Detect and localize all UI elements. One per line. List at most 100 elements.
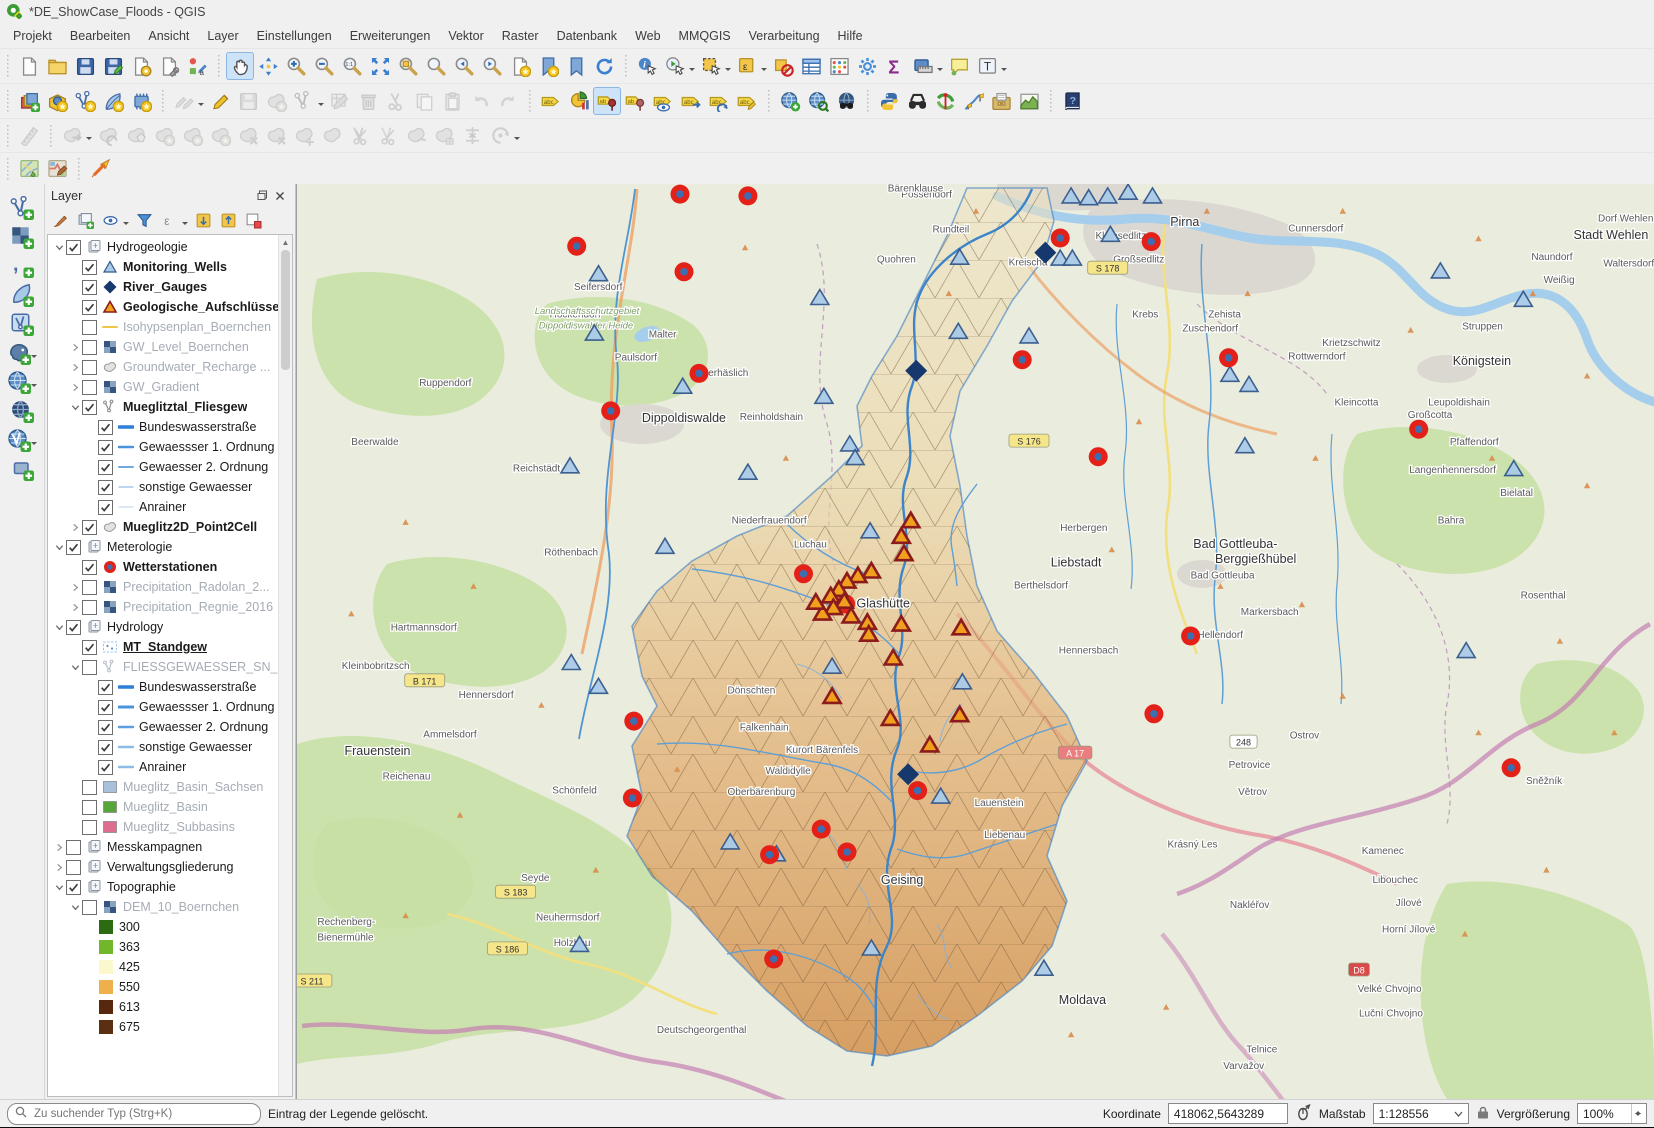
layer-tree-row[interactable]: Groundwater_Recharge ... [48, 357, 292, 377]
toolbar-grip[interactable] [49, 125, 54, 147]
layer-item-label[interactable]: Topographie [107, 880, 176, 894]
data-source-manager-button[interactable] [15, 87, 43, 115]
collapse-arrow-icon[interactable] [52, 540, 66, 554]
new-shapefile-layer-button[interactable] [71, 87, 99, 115]
layer-visibility-checkbox[interactable] [82, 900, 97, 915]
layer-item-label[interactable]: Hydrology [107, 620, 163, 634]
toggle-editing-button[interactable] [206, 87, 234, 115]
layer-item-label[interactable]: Mueglitztal_Fliesgew [123, 400, 247, 414]
layer-tree-row[interactable]: 550 [48, 977, 292, 997]
layer-tree-row[interactable]: Mueglitz_Subbasins [48, 817, 292, 837]
layer-tree-row[interactable]: Bundeswasserstraße [48, 417, 292, 437]
manage-map-themes-button[interactable] [98, 209, 122, 233]
layer-item-label[interactable]: Mueglitz_Basin_Sachsen [123, 780, 263, 794]
layer-tree-row[interactable]: Precipitation_Regnie_2016 [48, 597, 292, 617]
layer-tree-row[interactable]: Monitoring_Wells [48, 257, 292, 277]
toolbar-grip[interactable] [6, 90, 11, 112]
layer-tree-scrollbar[interactable]: ▲ [278, 235, 292, 1096]
filter-legend-by-expression-button[interactable]: ε [157, 209, 181, 233]
add-raster-layer-button[interactable] [10, 225, 34, 249]
layer-visibility-checkbox[interactable] [82, 800, 97, 815]
layer-visibility-checkbox[interactable] [98, 700, 113, 715]
layer-visibility-checkbox[interactable] [98, 440, 113, 455]
layer-visibility-checkbox[interactable] [66, 860, 81, 875]
layer-item-label[interactable]: Gewaesser 2. Ordnung [139, 460, 268, 474]
expand-arrow-icon[interactable] [68, 380, 82, 394]
toolbar-grip[interactable] [624, 55, 629, 77]
collapse-arrow-icon[interactable] [68, 660, 82, 674]
layer-visibility-checkbox[interactable] [98, 740, 113, 755]
new-map-view-button[interactable] [506, 52, 534, 80]
search-plugins-button[interactable] [903, 87, 931, 115]
metasearch-catalog-button[interactable] [776, 87, 804, 115]
new-project-button[interactable] [15, 52, 43, 80]
layer-item-label[interactable]: Gewaessser 1. Ordnung [139, 440, 275, 454]
current-edits-dropdown-caret[interactable] [198, 103, 204, 109]
zoom-next-button[interactable] [478, 52, 506, 80]
move-label-button[interactable]: abc [677, 87, 705, 115]
layer-tree-row[interactable]: Mueglitz_Basin_Sachsen [48, 777, 292, 797]
layer-item-label[interactable]: Anrainer [139, 500, 186, 514]
layer-visibility-checkbox[interactable] [98, 480, 113, 495]
menu-bearbeiten[interactable]: Bearbeiten [61, 26, 139, 46]
zoom-native-button[interactable]: 1:1 [338, 52, 366, 80]
layer-tree-row[interactable]: Isohypsenplan_Boernchen [48, 317, 292, 337]
locator-search-input[interactable] [32, 1107, 253, 1121]
layer-tree-row[interactable]: Wetterstationen [48, 557, 292, 577]
layer-visibility-checkbox[interactable] [66, 540, 81, 555]
zoom-out-button[interactable] [310, 52, 338, 80]
layer-visibility-checkbox[interactable] [82, 300, 97, 315]
layer-visibility-checkbox[interactable] [82, 560, 97, 575]
menu-datenbank[interactable]: Datenbank [548, 26, 626, 46]
expand-arrow-icon[interactable] [68, 580, 82, 594]
expand-arrow-icon[interactable] [68, 360, 82, 374]
layer-tree-row[interactable]: Mueglitztal_Fliesgew [48, 397, 292, 417]
menu-hilfe[interactable]: Hilfe [829, 26, 872, 46]
flag-route-plugin-button[interactable] [959, 87, 987, 115]
archive-plugin-button[interactable] [987, 87, 1015, 115]
python-console-button[interactable] [875, 87, 903, 115]
show-statistics-button[interactable]: Σ [881, 52, 909, 80]
layer-item-label[interactable]: Geologische_Aufschlüsse [123, 300, 279, 314]
layer-tree-row[interactable]: 425 [48, 957, 292, 977]
expand-arrow-icon[interactable] [68, 340, 82, 354]
vertex-tool-dropdown-caret[interactable] [318, 103, 324, 109]
layer-tree-row[interactable]: DEM_10_Boernchen [48, 897, 292, 917]
layer-tree-row[interactable]: 675 [48, 1017, 292, 1037]
new-temporary-scratch-layer-button[interactable] [99, 87, 127, 115]
select-features-button[interactable] [697, 52, 725, 80]
layer-tree-row[interactable]: Geologische_Aufschlüsse [48, 297, 292, 317]
osm-edit-plugin-button[interactable] [43, 155, 71, 183]
mouse-position-icon[interactable] [1295, 1104, 1312, 1124]
show-hide-labels-button[interactable]: abc [649, 87, 677, 115]
layer-item-label[interactable]: 675 [119, 1020, 140, 1034]
layer-tree-row[interactable]: Gewaessser 1. Ordnung [48, 437, 292, 457]
locator-search-box[interactable] [7, 1103, 261, 1125]
layer-item-label[interactable]: 550 [119, 980, 140, 994]
layer-visibility-checkbox[interactable] [98, 460, 113, 475]
add-group-button[interactable] [73, 209, 97, 233]
save-project-as-button[interactable] [99, 52, 127, 80]
layer-visibility-checkbox[interactable] [82, 820, 97, 835]
layer-item-label[interactable]: DEM_10_Boernchen [123, 900, 239, 914]
quickmapservices-search-button[interactable] [804, 87, 832, 115]
text-annotation-dropdown-caret[interactable] [1001, 68, 1007, 74]
add-delimited-text-layer-button[interactable]: , [10, 254, 34, 278]
layer-visibility-checkbox[interactable] [82, 660, 97, 675]
layer-tree-row[interactable]: Hydrogeologie [48, 237, 292, 257]
new-spatial-bookmark-button[interactable] [534, 52, 562, 80]
layer-item-label[interactable]: Mueglitz_Subbasins [123, 820, 235, 834]
zoom-last-button[interactable] [450, 52, 478, 80]
run-feature-action-button[interactable] [661, 52, 689, 80]
profile-tool-button[interactable] [1015, 87, 1043, 115]
layer-visibility-checkbox[interactable] [98, 760, 113, 775]
remove-layer-button[interactable] [241, 209, 265, 233]
layer-item-label[interactable]: Gewaessser 1. Ordnung [139, 700, 275, 714]
open-layer-styling-panel-button[interactable] [48, 209, 72, 233]
change-label-button[interactable]: abc [733, 87, 761, 115]
show-bookmarks-button[interactable] [562, 52, 590, 80]
layer-tree-row[interactable]: Gewaesser 2. Ordnung [48, 457, 292, 477]
add-vector-layer-button[interactable] [10, 196, 34, 220]
layer-tree-row[interactable]: sonstige Gewaesser [48, 477, 292, 497]
layer-visibility-checkbox[interactable] [98, 680, 113, 695]
